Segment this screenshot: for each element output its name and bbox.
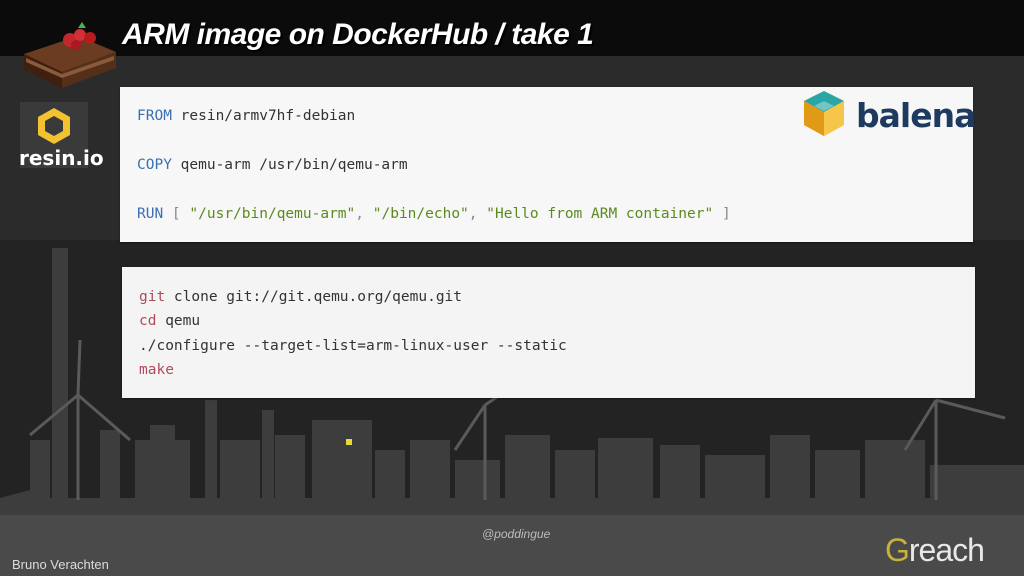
code-line: COPY qemu-arm /usr/bin/qemu-arm xyxy=(137,157,408,173)
code-line: ./configure --target-list=arm-linux-user… xyxy=(139,338,567,354)
code-punct: , xyxy=(355,206,373,222)
cake-icon xyxy=(24,22,116,88)
code-text: qemu xyxy=(156,313,201,329)
code-keyword: FROM xyxy=(137,108,172,124)
code-keyword: make xyxy=(139,362,174,378)
shell-code-block: git clone git://git.qemu.org/qemu.git cd… xyxy=(122,267,975,398)
code-line: git clone git://git.qemu.org/qemu.git xyxy=(139,289,462,305)
code-keyword: git xyxy=(139,289,166,305)
code-string: "/bin/echo" xyxy=(372,206,469,222)
code-punct: [ xyxy=(163,206,190,222)
slide-title: ARM image on DockerHub / take 1 xyxy=(122,18,594,51)
resin-label: resin.io xyxy=(19,146,104,170)
code-string: "/usr/bin/qemu-arm" xyxy=(189,206,356,222)
greach-logo: Greach xyxy=(885,532,985,569)
code-line: FROM resin/armv7hf-debian xyxy=(137,108,355,124)
code-string: "Hello from ARM container" xyxy=(486,206,714,222)
code-text: clone git://git.qemu.org/qemu.git xyxy=(165,289,463,305)
balena-label: balena xyxy=(856,96,976,135)
code-text: qemu-arm /usr/bin/qemu-arm xyxy=(171,157,408,173)
code-line: make xyxy=(139,362,174,378)
code-punct: ] xyxy=(713,206,731,222)
twitter-handle: @poddingue xyxy=(482,527,551,541)
greach-logo-rest: reach xyxy=(908,532,985,568)
greach-logo-g: G xyxy=(885,532,910,568)
code-keyword: COPY xyxy=(137,157,172,173)
author-name: Bruno Verachten xyxy=(12,557,109,572)
code-line: RUN [ "/usr/bin/qemu-arm", "/bin/echo", … xyxy=(137,206,731,222)
code-punct: , xyxy=(468,206,487,222)
code-text: resin/armv7hf-debian xyxy=(171,108,356,124)
code-line: cd qemu xyxy=(139,313,200,329)
code-keyword: cd xyxy=(139,313,157,329)
code-keyword: RUN xyxy=(137,206,164,222)
